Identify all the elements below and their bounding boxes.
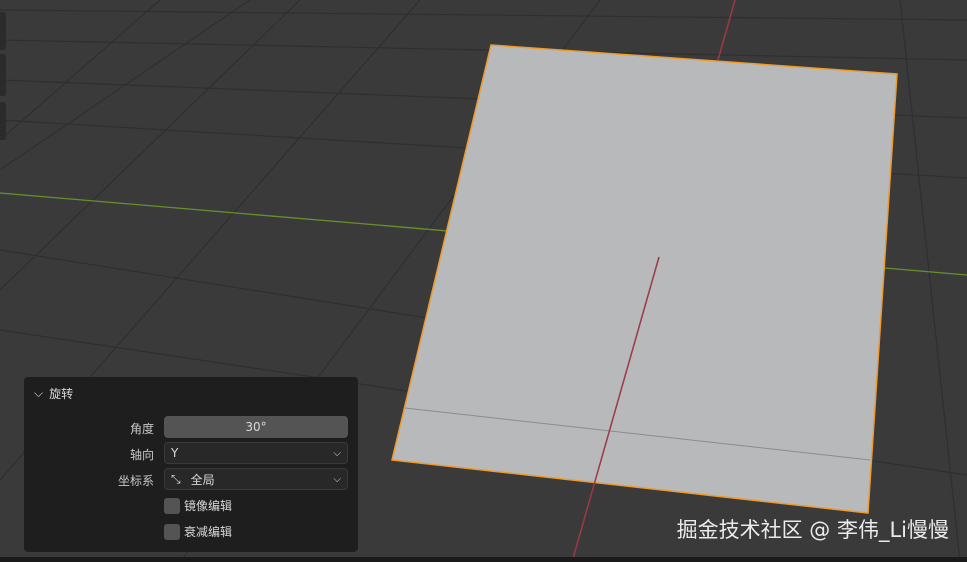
orientation-dropdown[interactable]: ⤡ 全局 ⌵ (164, 468, 348, 490)
mirror-editing-checkbox[interactable]: 镜像编辑 (164, 497, 232, 514)
bottom-bar (0, 557, 967, 562)
toolbar-tab[interactable] (0, 54, 6, 96)
angle-value: 30° (245, 420, 267, 434)
chevron-down-icon: ⌵ (34, 386, 44, 400)
watermark: 掘金技术社区 @ 李伟_Li慢慢 (676, 518, 949, 542)
operator-panel-rotate: ⌵ 旋转 角度 30° 轴向 Y ⌵ 坐标系 ⤡ 全局 ⌵ 镜像编辑 衰减编辑 (24, 377, 358, 552)
orientation-value: 全局 (190, 472, 215, 487)
chevron-down-icon: ⌵ (333, 447, 341, 459)
orientation-label: 坐标系 (117, 474, 154, 488)
proportional-editing-checkbox[interactable]: 衰减编辑 (164, 523, 232, 540)
panel-header[interactable]: ⌵ 旋转 (34, 385, 73, 402)
checkbox[interactable] (164, 497, 180, 514)
angle-label: 角度 (129, 422, 154, 436)
chevron-down-icon: ⌵ (333, 473, 341, 485)
angle-field[interactable]: 30° (164, 416, 348, 438)
toolbar-tab[interactable] (0, 102, 6, 140)
proportional-label: 衰减编辑 (184, 525, 233, 539)
mirror-label: 镜像编辑 (184, 499, 233, 513)
checkbox[interactable] (164, 523, 180, 540)
axis-label: 轴向 (129, 448, 154, 462)
axis-dropdown[interactable]: Y ⌵ (164, 442, 348, 464)
panel-title: 旋转 (49, 387, 74, 401)
axis-value: Y (171, 446, 179, 460)
selected-plane[interactable] (391, 44, 898, 514)
toolbar-tab[interactable] (0, 12, 6, 50)
axes-icon: ⤡ (171, 471, 181, 486)
x-axis-line-top (717, 0, 736, 61)
